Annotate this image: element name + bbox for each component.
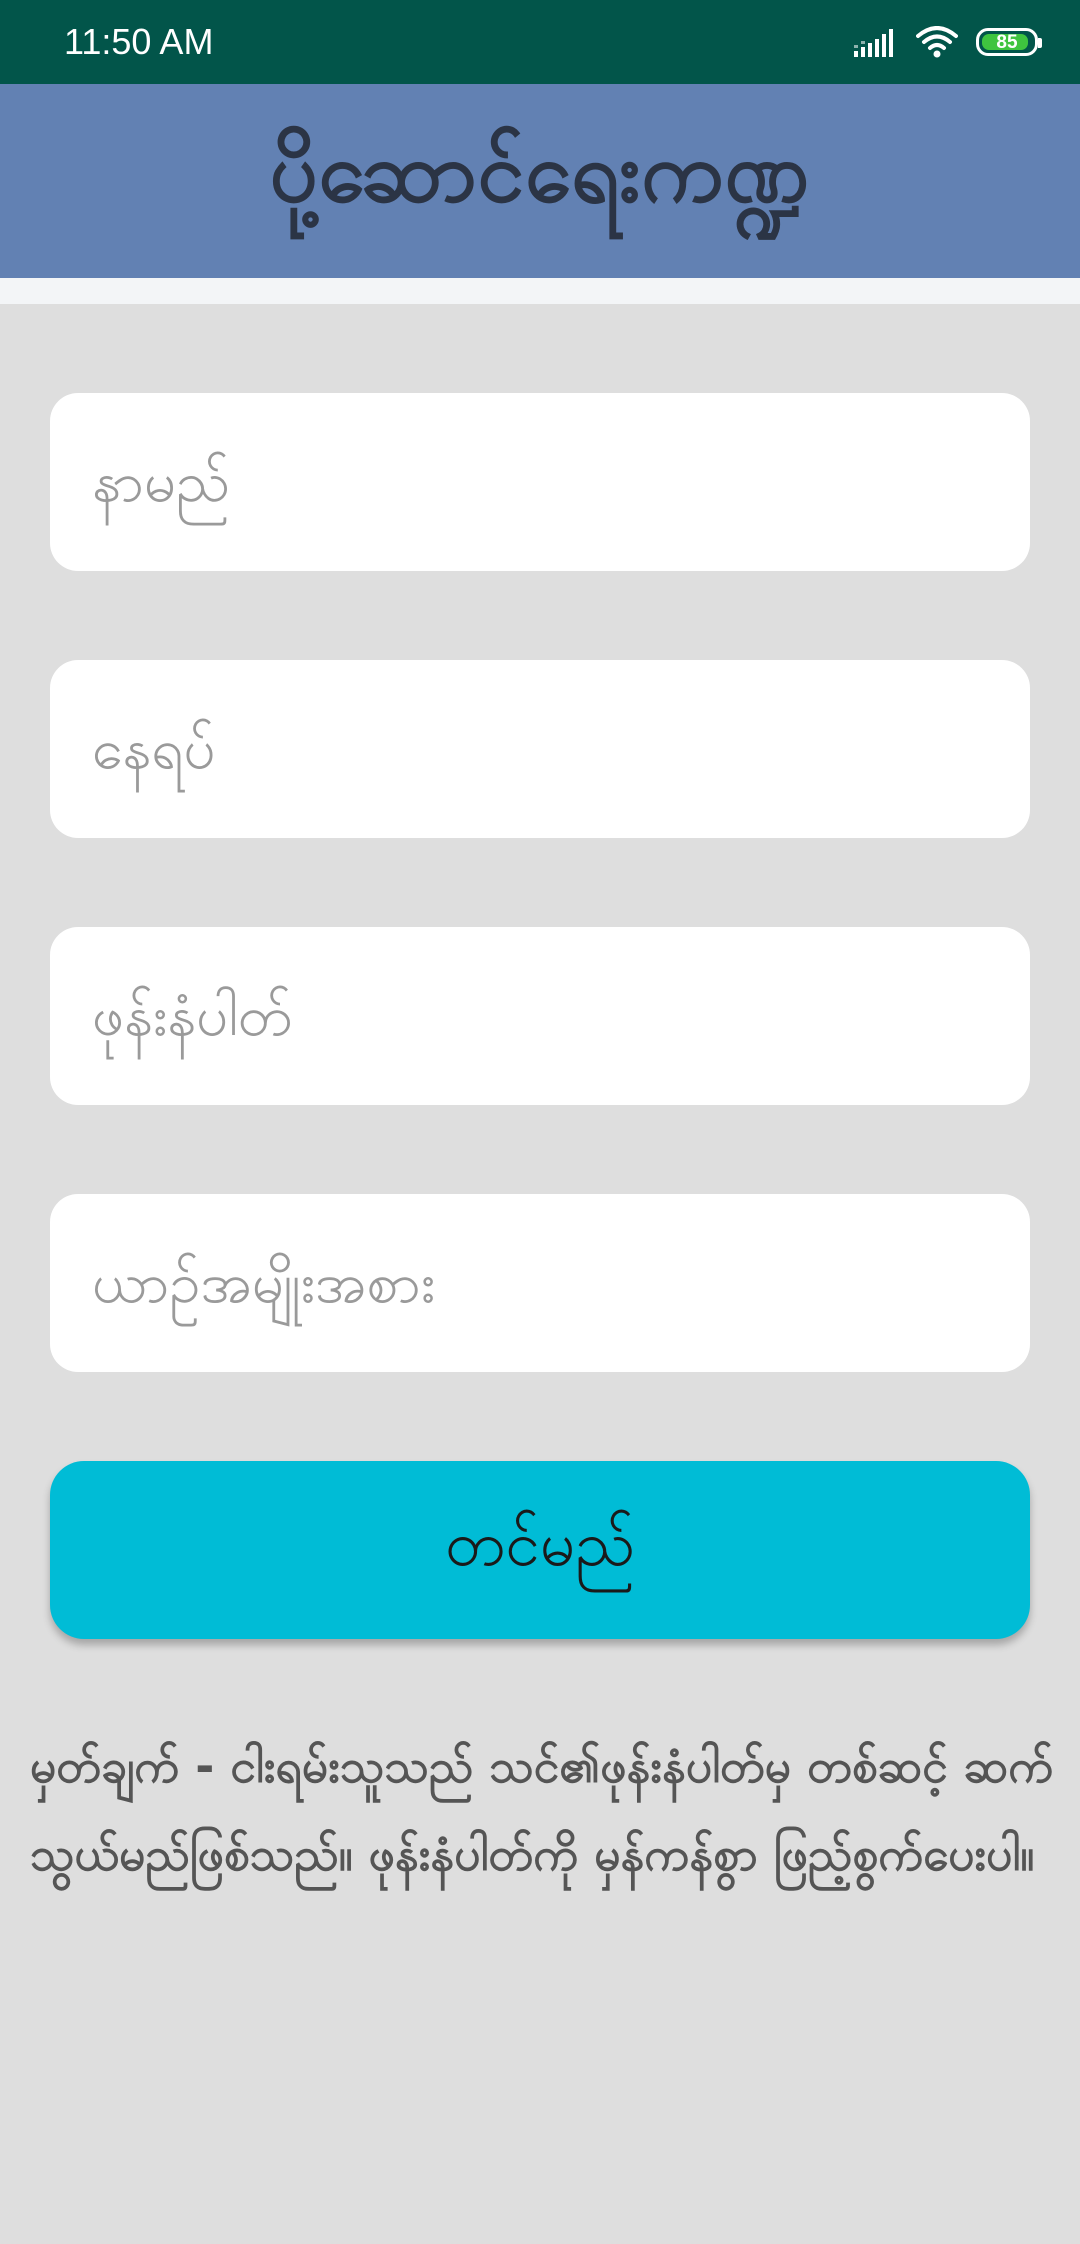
signal-icon <box>854 29 893 57</box>
status-time: 11:50 AM <box>64 21 214 62</box>
name-field-container <box>50 393 1030 571</box>
header-divider <box>0 278 1080 304</box>
battery-level: 85 <box>996 31 1018 53</box>
note-text: မှတ်ချက် - ငါးရမ်းသူသည် သင်၏ဖုန်းနံပါတ်မ… <box>30 1739 1054 1881</box>
status-bar: 11:50 AM 85 <box>0 0 1080 84</box>
name-input[interactable] <box>50 393 1030 571</box>
vehicle-field-container <box>50 1194 1030 1372</box>
submit-button[interactable]: တင်မည် <box>50 1461 1030 1639</box>
battery-icon: 85 <box>976 28 1042 56</box>
phone-input[interactable] <box>50 927 1030 1105</box>
address-input[interactable] <box>50 660 1030 838</box>
phone-field-container <box>50 927 1030 1105</box>
app-header: ပို့ဆောင်ရေးကဏ္ဍ <box>0 84 1080 278</box>
wifi-icon <box>916 26 958 58</box>
vehicle-type-input[interactable] <box>50 1194 1030 1372</box>
status-icons: 85 <box>854 22 1042 62</box>
page-title: ပို့ဆောင်ရေးကဏ္ဍ <box>269 123 811 221</box>
address-field-container <box>50 660 1030 838</box>
